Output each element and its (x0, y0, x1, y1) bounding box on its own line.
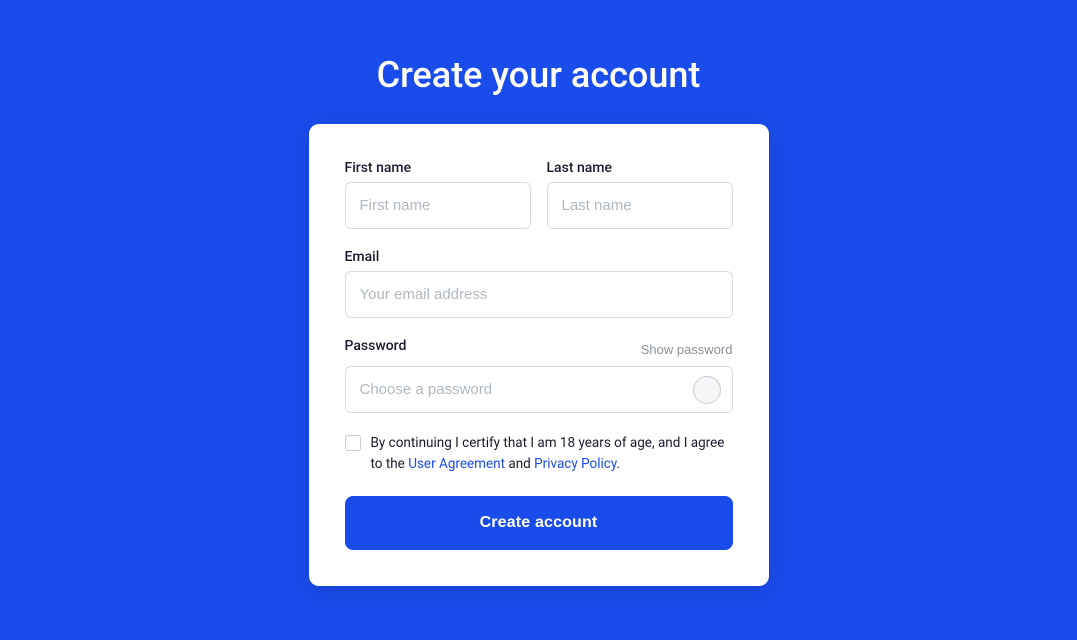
first-name-field: First name (345, 160, 531, 229)
last-name-field: Last name (547, 160, 733, 229)
email-field: Email (345, 249, 733, 318)
signup-card: First name Last name Email Password Show… (309, 124, 769, 586)
create-account-button[interactable]: Create account (345, 496, 733, 550)
password-field: Password Show password (345, 338, 733, 413)
first-name-input[interactable] (345, 182, 531, 229)
first-name-label: First name (345, 160, 531, 176)
email-label: Email (345, 249, 733, 265)
password-label: Password (345, 338, 407, 354)
terms-checkbox[interactable] (345, 435, 361, 451)
page-title: Create your account (377, 54, 701, 96)
user-agreement-link[interactable]: User Agreement (408, 456, 505, 472)
last-name-input[interactable] (547, 182, 733, 229)
password-header: Password Show password (345, 338, 733, 360)
password-toggle-icon[interactable] (693, 376, 721, 404)
password-input-wrapper (345, 366, 733, 413)
last-name-label: Last name (547, 160, 733, 176)
name-row: First name Last name (345, 160, 733, 229)
privacy-policy-link[interactable]: Privacy Policy (534, 456, 616, 472)
show-password-button[interactable]: Show password (641, 342, 733, 357)
password-input[interactable] (345, 366, 733, 413)
terms-checkbox-row: By continuing I certify that I am 18 yea… (345, 433, 733, 474)
terms-label: By continuing I certify that I am 18 yea… (371, 433, 733, 474)
email-input[interactable] (345, 271, 733, 318)
